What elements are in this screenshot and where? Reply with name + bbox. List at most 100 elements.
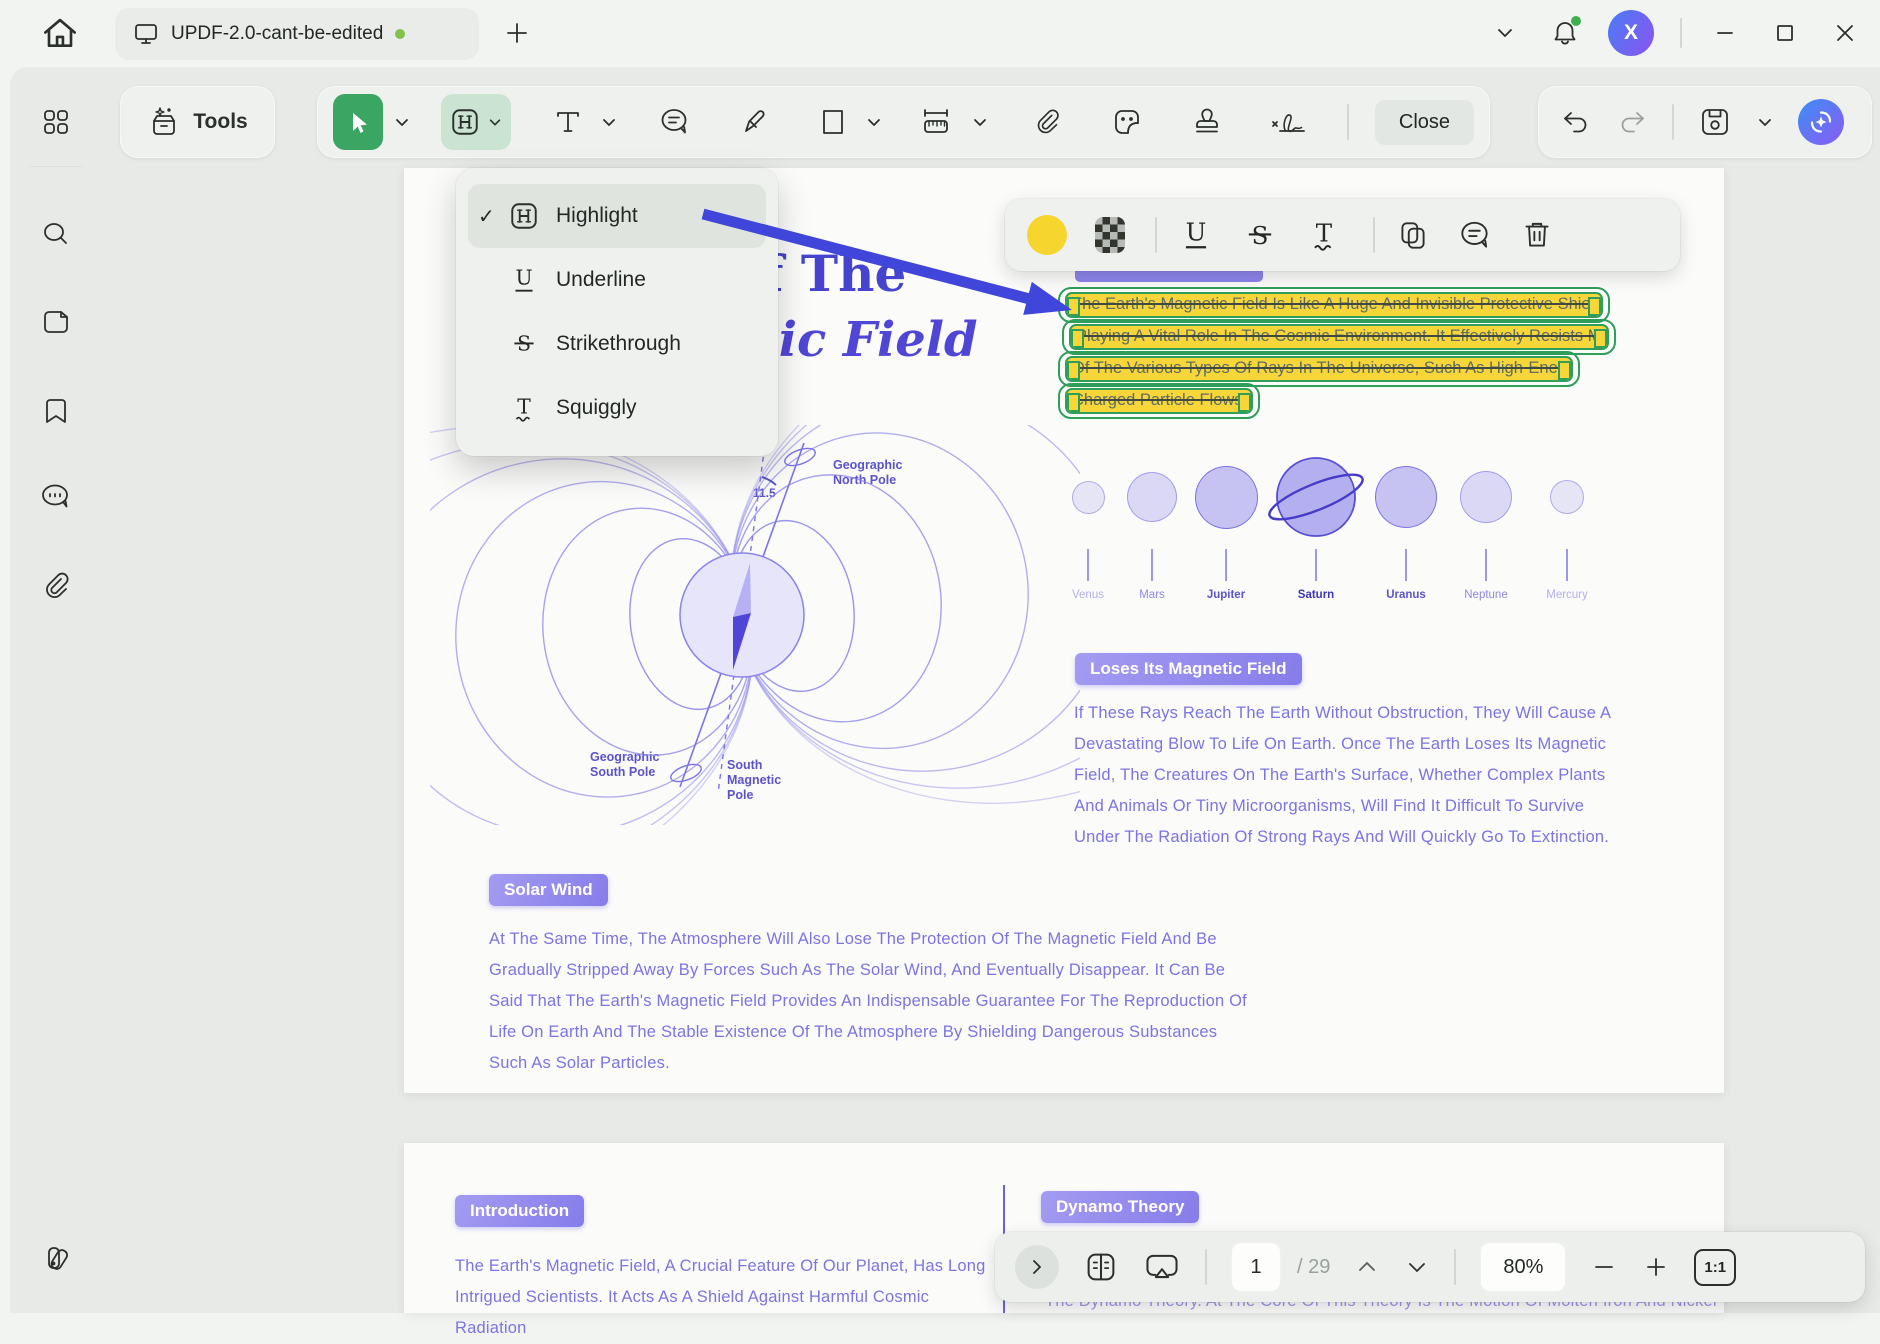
opacity-checker-button[interactable] — [1095, 217, 1125, 253]
delete-annotation-button[interactable] — [1519, 217, 1555, 253]
presentation-button[interactable] — [1143, 1248, 1181, 1286]
divider — [1347, 104, 1349, 140]
paragraph-loses-field: If These Rays Reach The Earth Without Ob… — [1074, 698, 1622, 853]
menu-item-squiggly[interactable]: T Squiggly — [468, 376, 766, 440]
sidebar-item-swatches[interactable] — [26, 1227, 86, 1287]
next-page-button[interactable] — [1404, 1254, 1430, 1280]
highlight-annotation-line[interactable]: Charged Particle Flows. — [1058, 383, 1260, 419]
ai-assistant-button[interactable] — [1798, 99, 1844, 145]
page-number-input[interactable] — [1231, 1242, 1281, 1292]
comment-icon — [1457, 217, 1493, 253]
stamp-tool-button[interactable] — [1182, 94, 1232, 150]
page-total: / 29 — [1297, 1256, 1330, 1279]
sidebar-item-bookmarks[interactable] — [26, 381, 86, 441]
screen-share-icon — [1143, 1248, 1181, 1286]
document-tab[interactable]: UPDF-2.0-cant-be-edited — [115, 8, 479, 60]
shape-tool-button[interactable] — [810, 94, 855, 150]
sidebar-item-pages[interactable] — [26, 292, 86, 352]
minus-icon — [1590, 1253, 1618, 1281]
chat-icon — [39, 480, 73, 514]
highlight-tool-button[interactable] — [441, 94, 511, 150]
maximize-icon — [1772, 20, 1798, 46]
strikethrough-style-button[interactable]: S — [1241, 216, 1279, 254]
svg-text:T: T — [1316, 219, 1333, 248]
close-icon — [1832, 20, 1858, 46]
avatar[interactable]: X — [1608, 10, 1654, 56]
divider — [1373, 217, 1375, 253]
measure-tool-button[interactable] — [911, 94, 961, 150]
plus-icon — [1642, 1253, 1670, 1281]
underline-icon: U — [1177, 216, 1215, 254]
close-window-button[interactable] — [1828, 16, 1862, 50]
chevron-down-icon — [1756, 113, 1774, 131]
home-icon — [38, 12, 82, 56]
highlight-annotation-line[interactable]: Playing A Vital Role In The Cosmic Envir… — [1062, 319, 1616, 355]
highlight-style-menu: ✓ Highlight U Underline S Strikethrough … — [456, 168, 778, 456]
home-button[interactable] — [38, 12, 82, 56]
notification-dot — [1571, 16, 1581, 26]
select-tool-dropdown[interactable] — [393, 113, 411, 131]
notifications-button[interactable] — [1548, 16, 1582, 50]
section-badge-introduction: Introduction — [455, 1195, 584, 1227]
menu-item-highlight[interactable]: ✓ Highlight — [468, 184, 766, 248]
magnetic-field-diagram — [430, 425, 1080, 825]
attach-tool-button[interactable] — [1021, 94, 1071, 150]
ruler-icon — [918, 104, 954, 140]
measure-tool-dropdown[interactable] — [971, 113, 989, 131]
sticker-tool-button[interactable] — [1102, 94, 1152, 150]
page-layout-button[interactable] — [1083, 1249, 1119, 1285]
comment-tool-button[interactable] — [650, 94, 700, 150]
minimize-icon — [1712, 20, 1738, 46]
comment-annotation-button[interactable] — [1457, 217, 1493, 253]
palette-icon — [39, 1240, 73, 1274]
chevron-down-icon — [600, 113, 618, 131]
sidebar-item-thumbnails[interactable] — [26, 92, 86, 152]
redo-icon — [1616, 106, 1648, 138]
highlight-annotation-line[interactable]: The Earth's Magnetic Field Is Like A Hug… — [1058, 287, 1610, 323]
text-tool-dropdown[interactable] — [600, 113, 618, 131]
zoom-level[interactable]: 80% — [1480, 1242, 1566, 1292]
signature-tool-button[interactable] — [1258, 94, 1319, 150]
collapse-toolbar-button[interactable] — [1488, 16, 1522, 50]
shape-tool-dropdown[interactable] — [865, 113, 883, 131]
zoom-out-button[interactable] — [1590, 1253, 1618, 1281]
sidebar-item-comments[interactable] — [26, 467, 86, 527]
minimize-button[interactable] — [1708, 16, 1742, 50]
actual-size-button[interactable]: 1:1 — [1694, 1249, 1736, 1286]
text-tool-button[interactable] — [545, 94, 590, 150]
paragraph-solar-wind: At The Same Time, The Atmosphere Will Al… — [489, 924, 1257, 1079]
cursor-icon — [343, 107, 373, 137]
select-tool-button[interactable] — [333, 94, 383, 150]
undo-button[interactable] — [1560, 106, 1592, 138]
new-tab-button[interactable] — [502, 18, 532, 48]
svg-text:U: U — [1186, 218, 1207, 247]
previous-page-button[interactable] — [1354, 1254, 1380, 1280]
divider — [1205, 1249, 1207, 1285]
expand-footer-button[interactable] — [1015, 1245, 1059, 1289]
divider — [1454, 1249, 1456, 1285]
underline-style-button[interactable]: U — [1177, 216, 1215, 254]
close-annotate-button[interactable]: Close — [1375, 100, 1474, 145]
check-icon: ✓ — [478, 204, 508, 229]
sidebar-item-search[interactable] — [26, 204, 86, 264]
stamp-icon — [1191, 106, 1223, 138]
menu-item-underline[interactable]: U Underline — [468, 248, 766, 312]
color-swatch-button[interactable] — [1027, 215, 1067, 255]
highlight-annotation-line[interactable]: Of The Various Types Of Rays In The Univ… — [1058, 351, 1580, 387]
squiggly-style-button[interactable]: T — [1305, 216, 1343, 254]
save-dropdown[interactable] — [1756, 113, 1774, 131]
trash-icon — [1519, 217, 1555, 253]
maximize-button[interactable] — [1768, 16, 1802, 50]
history-save-toolbar — [1538, 86, 1872, 158]
copy-annotation-button[interactable] — [1395, 217, 1431, 253]
tools-button[interactable]: Tools — [120, 86, 275, 158]
menu-item-strikethrough[interactable]: S Strikethrough — [468, 312, 766, 376]
sidebar-item-attachments[interactable] — [26, 556, 86, 616]
redo-button[interactable] — [1616, 106, 1648, 138]
chevron-down-icon — [1492, 20, 1518, 46]
pen-tool-button[interactable] — [730, 94, 780, 150]
squiggly-icon: T — [1305, 216, 1343, 254]
zoom-in-button[interactable] — [1642, 1253, 1670, 1281]
save-button[interactable] — [1698, 105, 1732, 139]
sticker-icon — [1111, 106, 1143, 138]
